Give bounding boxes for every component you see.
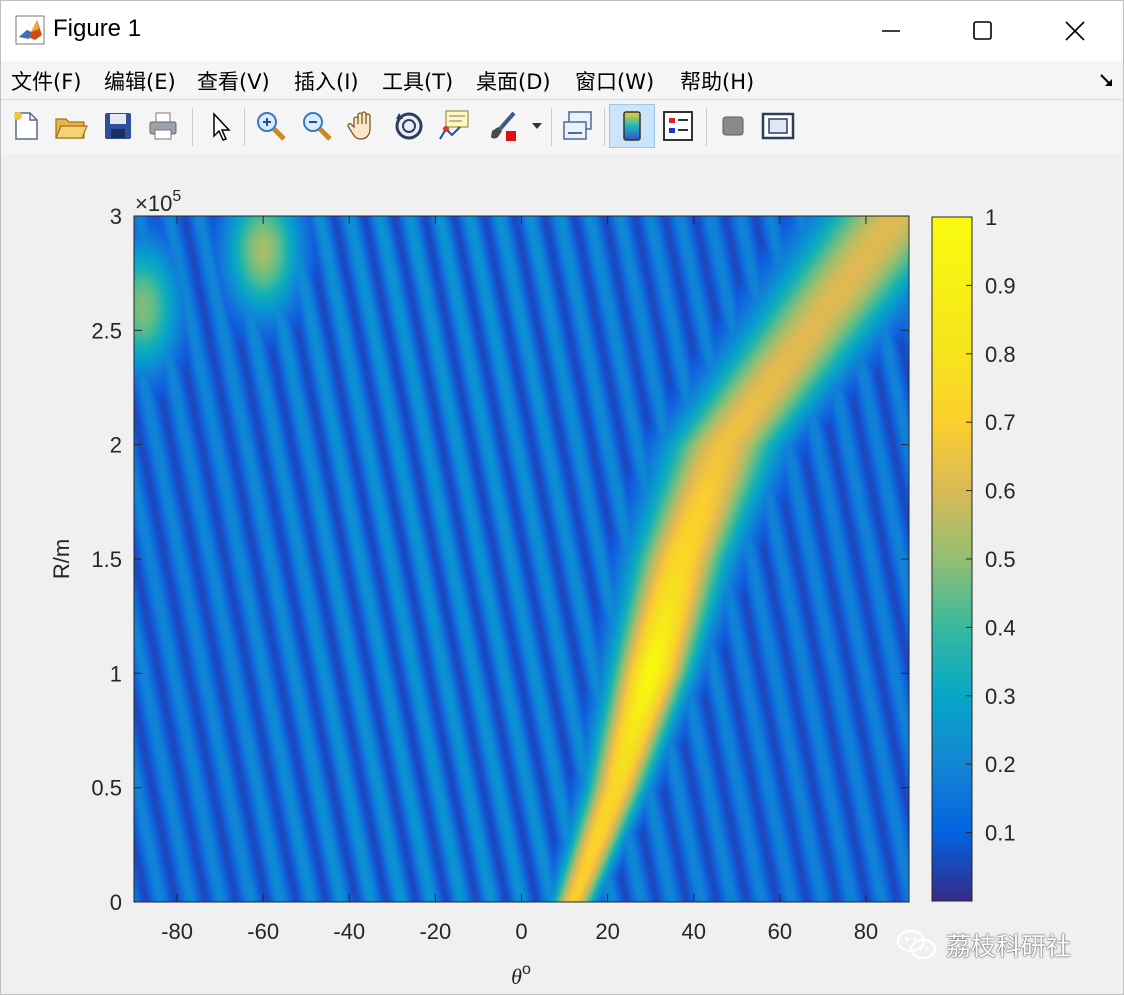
zoom-out-button[interactable] bbox=[299, 108, 335, 144]
menu-insert[interactable]: 插入(I) bbox=[294, 66, 359, 96]
open-file-icon bbox=[55, 118, 88, 139]
colorbar-tick-label: 0.4 bbox=[985, 615, 1016, 640]
close-icon bbox=[1065, 21, 1085, 41]
colorbar-ticks: 0.1 0.2 0.3 0.4 0.5 0.6 0.7 0.8 0.9 1 bbox=[966, 205, 1016, 846]
menu-edit[interactable]: 编辑(E) bbox=[104, 66, 176, 96]
minimize-button[interactable] bbox=[845, 1, 937, 61]
zoom-in-icon bbox=[257, 112, 286, 141]
x-tick-label: 0 bbox=[515, 919, 527, 944]
figure-canvas: -80 -60 -40 -20 0 20 40 60 80 0 0.5 1 1.5 2 2.5 3 ×105… bbox=[1, 154, 1123, 994]
matlab-icon bbox=[15, 15, 45, 45]
x-tick-label: 60 bbox=[768, 919, 792, 944]
menu-file[interactable]: 文件(F) bbox=[11, 66, 81, 96]
y-tick-label: 0 bbox=[110, 890, 122, 915]
colorbar-tick-label: 0.8 bbox=[985, 342, 1016, 367]
rotate-3d-button[interactable] bbox=[391, 108, 427, 144]
menu-tools[interactable]: 工具(T) bbox=[382, 66, 453, 96]
new-figure-icon bbox=[14, 112, 38, 140]
x-tick-label: 20 bbox=[595, 919, 619, 944]
print-icon bbox=[149, 112, 177, 140]
save-button[interactable] bbox=[100, 108, 136, 144]
hide-plot-tools-button[interactable] bbox=[715, 108, 751, 144]
watermark: 荔枝科研社 bbox=[896, 923, 1071, 967]
brush-dropdown[interactable] bbox=[527, 108, 547, 144]
toolbar bbox=[1, 99, 1123, 155]
colorbar-tick-label: 1 bbox=[985, 205, 997, 230]
colorbar-tick-label: 0.3 bbox=[985, 684, 1016, 709]
colorbar-tick-label: 0.1 bbox=[985, 821, 1016, 846]
zoom-in-button[interactable] bbox=[253, 108, 289, 144]
x-tick-label: -20 bbox=[419, 919, 451, 944]
show-plot-tools-icon bbox=[761, 112, 795, 140]
data-cursor-button[interactable] bbox=[437, 108, 473, 144]
insert-colorbar-icon bbox=[623, 111, 641, 141]
pan-button[interactable] bbox=[345, 108, 381, 144]
window-title: Figure 1 bbox=[53, 15, 142, 42]
rotate-3d-icon bbox=[395, 112, 423, 140]
x-axis-label: θo bbox=[511, 961, 531, 989]
save-icon bbox=[105, 113, 131, 139]
title-bar[interactable]: Figure 1 bbox=[1, 1, 1123, 61]
plot-svg: -80 -60 -40 -20 0 20 40 60 80 0 0.5 1 1.5 2 2.5 3 ×105… bbox=[49, 188, 1016, 989]
dock-arrow-icon[interactable] bbox=[1097, 71, 1117, 91]
colorbar-tick-label: 0.7 bbox=[985, 410, 1016, 435]
colorbar-tick-label: 0.6 bbox=[985, 479, 1016, 504]
watermark-text: 荔枝科研社 bbox=[946, 932, 1072, 961]
y-tick-label: 0.5 bbox=[91, 776, 122, 801]
maximize-icon bbox=[973, 21, 992, 40]
menu-window[interactable]: 窗口(W) bbox=[575, 66, 654, 96]
x-tick-label: -80 bbox=[161, 919, 193, 944]
y-tick-label: 3 bbox=[110, 204, 122, 229]
x-tick-label: -60 bbox=[247, 919, 279, 944]
y-tick-label: 2 bbox=[110, 433, 122, 458]
heatmap-raster bbox=[134, 216, 909, 902]
brush-button[interactable] bbox=[485, 108, 521, 144]
zoom-out-icon bbox=[303, 112, 332, 141]
toolbar-separator bbox=[551, 108, 552, 146]
x-tick-label: 80 bbox=[854, 919, 878, 944]
menu-view[interactable]: 查看(V) bbox=[197, 66, 270, 96]
new-figure-button[interactable] bbox=[8, 108, 44, 144]
y-axis-label: R/m bbox=[49, 539, 74, 579]
menu-bar: 文件(F) 编辑(E) 查看(V) 插入(I) 工具(T) 桌面(D) 窗口(W… bbox=[1, 61, 1123, 99]
maximize-button[interactable] bbox=[937, 1, 1029, 61]
toolbar-separator bbox=[604, 108, 605, 146]
edit-pointer-icon bbox=[213, 112, 231, 141]
insert-legend-button[interactable] bbox=[660, 108, 696, 144]
colorbar-tick-label: 0.2 bbox=[985, 752, 1016, 777]
colorbar-tick-label: 0.9 bbox=[985, 273, 1016, 298]
menu-help[interactable]: 帮助(H) bbox=[680, 66, 754, 96]
edit-pointer-button[interactable] bbox=[202, 108, 238, 144]
y-tick-label: 1 bbox=[110, 661, 122, 686]
y-exponent-label: ×105 bbox=[135, 188, 181, 216]
y-tick-label: 2.5 bbox=[91, 318, 122, 343]
x-tick-label: 40 bbox=[681, 919, 705, 944]
colorbar-tick-label: 0.5 bbox=[985, 547, 1016, 572]
hide-plot-tools-icon bbox=[722, 116, 744, 136]
link-plot-button[interactable] bbox=[560, 108, 596, 144]
pan-icon bbox=[347, 111, 371, 140]
insert-legend-icon bbox=[663, 111, 693, 141]
toolbar-separator bbox=[706, 108, 707, 146]
show-plot-tools-button[interactable] bbox=[760, 108, 796, 144]
data-cursor-icon bbox=[439, 110, 469, 140]
wechat-icon bbox=[896, 929, 937, 960]
open-file-button[interactable] bbox=[53, 108, 89, 144]
heatmap-image bbox=[134, 216, 909, 902]
insert-colorbar-button[interactable] bbox=[609, 104, 655, 148]
figure-window: Figure 1 文件(F) 编辑(E) 查看(V) 插入(I) 工具(T) 桌… bbox=[0, 0, 1124, 995]
menu-desktop[interactable]: 桌面(D) bbox=[476, 66, 551, 96]
print-button[interactable] bbox=[145, 108, 181, 144]
toolbar-separator bbox=[192, 108, 193, 146]
y-tick-label: 1.5 bbox=[91, 547, 122, 572]
chevron-down-icon bbox=[532, 123, 542, 129]
minimize-icon bbox=[882, 30, 900, 32]
x-tick-label: -40 bbox=[333, 919, 365, 944]
toolbar-separator bbox=[244, 108, 245, 146]
brush-icon bbox=[491, 111, 516, 141]
link-plot-icon bbox=[563, 111, 592, 140]
close-button[interactable] bbox=[1029, 1, 1121, 61]
